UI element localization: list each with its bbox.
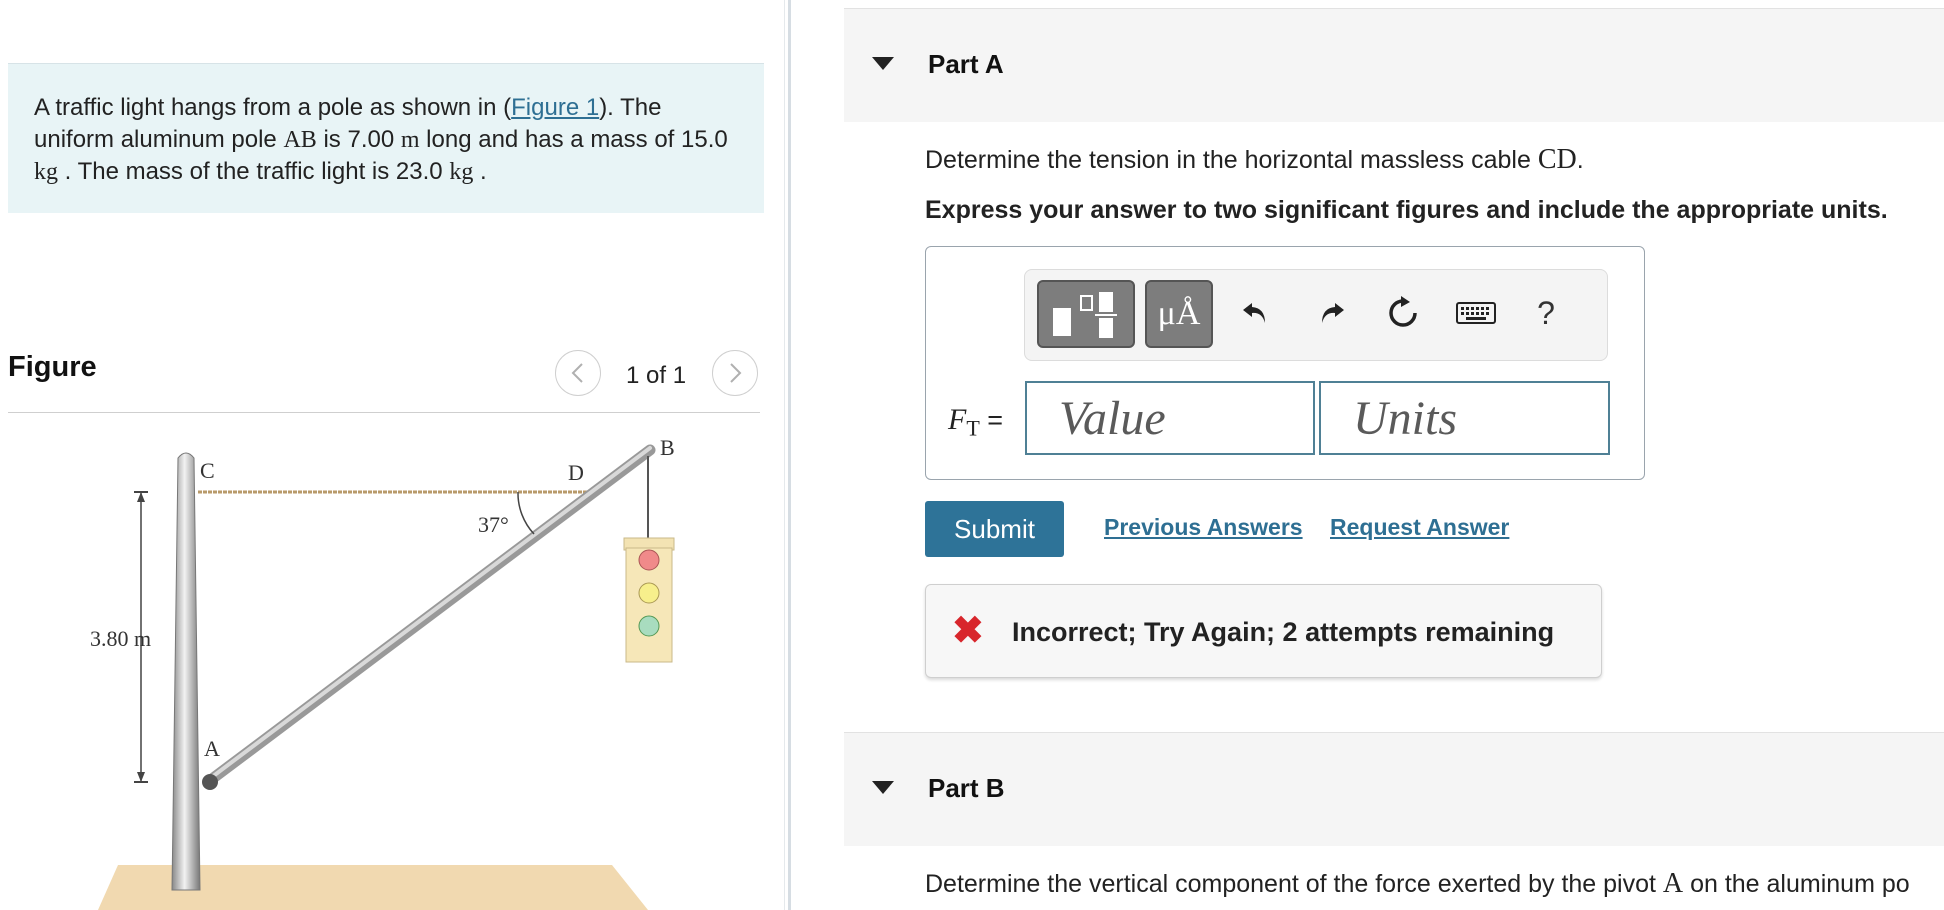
part-b-header[interactable]: Part B xyxy=(844,732,1944,846)
question-text: . xyxy=(1576,146,1584,174)
part-a-instruction: Express your answer to two significant f… xyxy=(925,196,1888,224)
answer-box: μÅ ? FT = xyxy=(925,246,1645,480)
feedback-text: Incorrect; Try Again; 2 attempts remaini… xyxy=(1012,617,1555,647)
label-c: C xyxy=(200,458,215,483)
help-icon[interactable]: ? xyxy=(1525,292,1567,334)
keyboard-icon xyxy=(1456,302,1496,324)
unit-m: m xyxy=(400,127,420,153)
caret-down-icon xyxy=(872,781,894,794)
part-a-question: Determine the tension in the horizontal … xyxy=(925,144,1584,176)
chevron-left-icon xyxy=(571,363,583,383)
request-answer-link[interactable]: Request Answer xyxy=(1330,514,1509,541)
figure-divider xyxy=(8,412,760,413)
panel-divider-shadow xyxy=(784,0,785,910)
cable-symbol: CD xyxy=(1537,144,1577,175)
figure-heading: Figure xyxy=(8,351,97,383)
reset-button[interactable] xyxy=(1382,292,1424,334)
part-a-header[interactable]: Part A xyxy=(844,8,1944,122)
pole-name: AB xyxy=(283,127,317,153)
math-toolbar: μÅ ? xyxy=(1024,269,1608,361)
keyboard-button[interactable] xyxy=(1455,292,1497,334)
pivot-symbol: A xyxy=(1662,868,1684,899)
figure-link[interactable]: Figure 1 xyxy=(511,94,599,121)
units-button[interactable]: μÅ xyxy=(1145,280,1213,348)
force-symbol: F xyxy=(948,403,967,436)
traffic-light xyxy=(623,537,675,663)
force-label: FT = xyxy=(948,403,1003,441)
problem-text: long and has a mass of 15.0 xyxy=(419,126,728,153)
incorrect-x-icon: ✖ xyxy=(952,610,984,652)
redo-icon xyxy=(1322,303,1344,323)
question-text: on the aluminum po xyxy=(1683,870,1910,898)
label-height: 3.80 m xyxy=(90,626,151,651)
figure-prev-button[interactable] xyxy=(555,350,601,396)
part-b-question: Determine the vertical component of the … xyxy=(925,868,1910,900)
label-angle: 37° xyxy=(478,512,509,537)
question-text: Determine the tension in the horizontal … xyxy=(925,146,1538,174)
label-d: D xyxy=(568,460,584,485)
redo-button[interactable] xyxy=(1310,292,1352,334)
label-a: A xyxy=(204,736,220,761)
undo-icon xyxy=(1243,303,1265,323)
templates-icon xyxy=(1053,292,1117,338)
figure-next-button[interactable] xyxy=(712,350,758,396)
traffic-light-figure: C D B A 37° 3.80 m xyxy=(90,435,675,910)
problem-text: . xyxy=(473,158,487,185)
unit-kg: kg xyxy=(449,159,474,185)
chevron-right-icon xyxy=(730,363,742,383)
pivot-a xyxy=(202,774,218,790)
previous-answers-link[interactable]: Previous Answers xyxy=(1104,514,1303,541)
question-text: Determine the vertical component of the … xyxy=(925,870,1663,898)
force-subscript: T xyxy=(966,415,980,441)
units-input[interactable] xyxy=(1319,381,1610,455)
angle-arc xyxy=(517,491,535,535)
problem-text: . The mass of the traffic light is 23.0 xyxy=(58,158,450,185)
caret-down-icon xyxy=(872,57,894,70)
part-a-title: Part A xyxy=(928,49,1004,79)
figure-counter: 1 of 1 xyxy=(626,362,687,389)
label-b: B xyxy=(660,435,675,460)
value-input[interactable] xyxy=(1025,381,1315,455)
unit-kg: kg xyxy=(34,159,58,185)
part-b-title: Part B xyxy=(928,773,1005,803)
templates-button[interactable] xyxy=(1037,280,1135,348)
submit-button[interactable]: Submit xyxy=(925,501,1064,557)
panel-divider[interactable] xyxy=(788,0,791,910)
feedback-box: ✖ Incorrect; Try Again; 2 attempts remai… xyxy=(925,584,1602,678)
problem-text: A traffic light hangs from a pole as sho… xyxy=(34,94,512,121)
reset-icon xyxy=(1389,296,1417,327)
undo-button[interactable] xyxy=(1235,292,1277,334)
vertical-pole xyxy=(171,452,201,891)
equals-sign: = xyxy=(979,405,1004,435)
problem-statement: A traffic light hangs from a pole as sho… xyxy=(8,63,764,213)
problem-text: is 7.00 xyxy=(316,126,401,153)
